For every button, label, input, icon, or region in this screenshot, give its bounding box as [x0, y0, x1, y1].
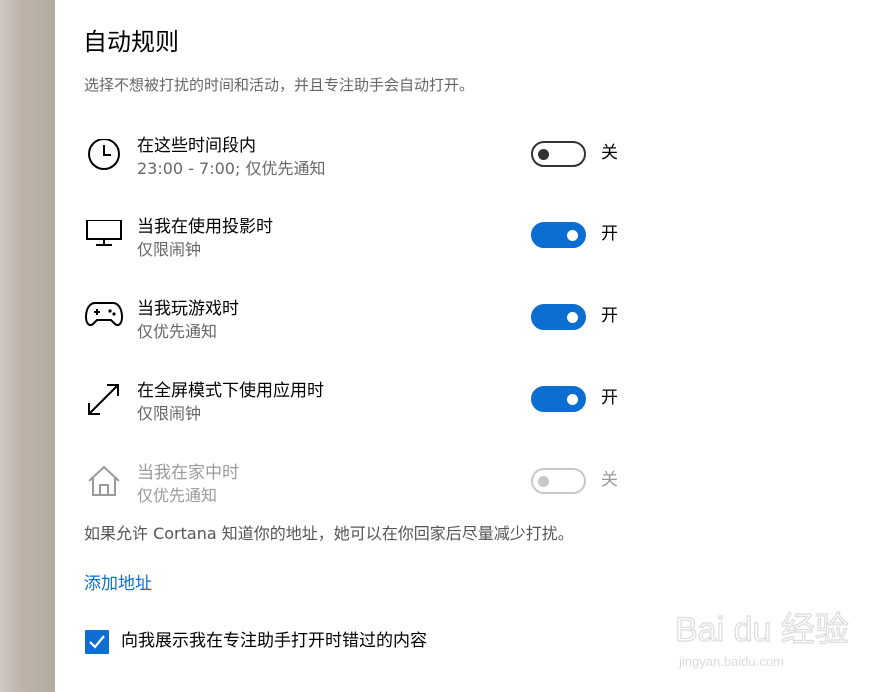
fullscreen-arrow-icon [85, 384, 123, 422]
rule-name: 当我玩游戏时 [137, 299, 239, 319]
rule-at-home: 当我在家中时 仅优先通知 关 [85, 463, 645, 526]
rule-name: 当我在使用投影时 [137, 217, 273, 237]
cortana-address-note: 如果允许 Cortana 知道你的地址，她可以在你回家后尽量减少打扰。 [84, 524, 574, 543]
rule-time-periods[interactable]: 在这些时间段内 23:00 - 7:00; 仅优先通知 关 [85, 136, 645, 199]
rule-name: 在这些时间段内 [137, 136, 256, 156]
clock-icon [85, 138, 123, 177]
monitor-icon [85, 219, 123, 258]
toggle-knob [567, 230, 578, 241]
add-address-link[interactable]: 添加地址 [84, 571, 152, 597]
baidu-jingyan-watermark: Bai du 经验 jingyan.baidu.com [674, 596, 881, 676]
rule-gaming[interactable]: 当我玩游戏时 仅优先通知 开 [84, 299, 645, 362]
section-title: 自动规则 [83, 28, 179, 56]
watermark-url: jingyan.baidu.com [678, 654, 784, 669]
rule-toggle[interactable] [531, 141, 586, 167]
toggle-state-label: 开 [601, 224, 618, 244]
missed-content-label: 向我展示我在专注助手打开时错过的内容 [121, 631, 427, 651]
rule-toggle [531, 468, 586, 494]
rule-fullscreen[interactable]: 在全屏模式下使用应用时 仅限闹钟 开 [85, 381, 645, 444]
rule-name: 在全屏模式下使用应用时 [137, 381, 324, 401]
rule-toggle[interactable] [531, 304, 586, 330]
missed-content-option[interactable]: 向我展示我在专注助手打开时错过的内容 [85, 629, 645, 655]
rule-subtitle: 仅优先通知 [137, 486, 218, 505]
toggle-state-label: 开 [601, 388, 618, 408]
section-description: 选择不想被打扰的时间和活动，并且专注助手会自动打开。 [84, 76, 475, 94]
checkmark-icon [89, 635, 105, 649]
toggle-state-label: 关 [601, 143, 618, 163]
toggle-state-label: 关 [601, 470, 618, 490]
rule-subtitle: 23:00 - 7:00; 仅优先通知 [137, 159, 326, 178]
rule-toggle[interactable] [531, 386, 586, 412]
toggle-knob [538, 476, 549, 487]
background-strip [0, 0, 55, 692]
home-icon [85, 465, 123, 504]
rule-projecting[interactable]: 当我在使用投影时 仅限闹钟 开 [85, 217, 645, 280]
rule-subtitle: 仅限闹钟 [137, 240, 202, 259]
missed-content-checkbox[interactable] [85, 630, 109, 654]
toggle-knob [567, 394, 578, 405]
focus-assist-panel: 自动规则 选择不想被打扰的时间和活动，并且专注助手会自动打开。 在这些时间段内 … [55, 0, 881, 692]
rule-toggle[interactable] [531, 222, 586, 248]
gamepad-icon [84, 302, 124, 340]
rule-subtitle: 仅限闹钟 [137, 404, 202, 423]
rule-name: 当我在家中时 [137, 463, 239, 483]
toggle-knob [567, 312, 578, 323]
rule-subtitle: 仅优先通知 [137, 322, 218, 341]
toggle-state-label: 开 [601, 306, 618, 326]
watermark-brand: Bai du 经验 [675, 611, 849, 649]
toggle-knob [538, 149, 549, 160]
